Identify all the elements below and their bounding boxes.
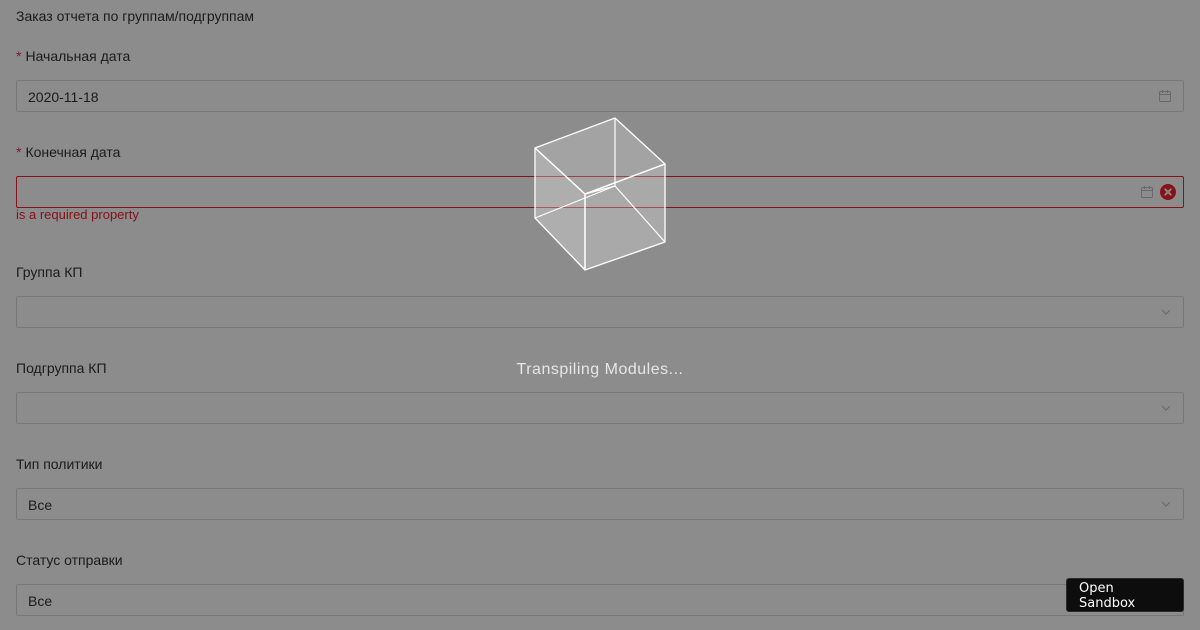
loading-text: Transpiling Modules... — [516, 361, 684, 378]
loading-overlay: Transpiling Modules... — [0, 0, 1200, 630]
app-root: Заказ отчета по группам/подгруппам * Нача… — [0, 0, 1200, 630]
open-sandbox-button[interactable]: Open Sandbox — [1066, 578, 1184, 612]
cube-icon — [534, 117, 666, 271]
